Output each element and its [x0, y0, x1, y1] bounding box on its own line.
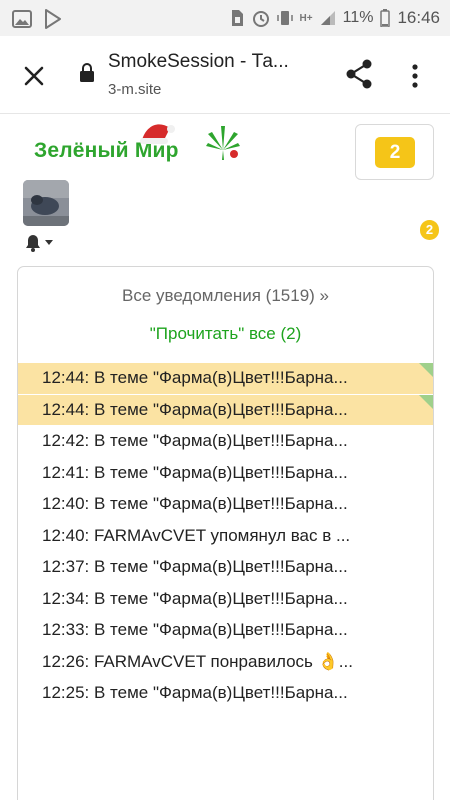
avatar[interactable] [23, 180, 69, 226]
gallery-icon [12, 10, 32, 28]
avatar-image [23, 180, 69, 226]
close-icon[interactable] [18, 60, 50, 92]
notification-text: 12:40: В теме "Фарма(в)Цвет!!!Барна... [42, 494, 348, 513]
notification-text: 12:33: В теме "Фарма(в)Цвет!!!Барна... [42, 620, 348, 639]
notification-item[interactable]: 12:37: В теме "Фарма(в)Цвет!!!Барна... [18, 552, 433, 583]
messages-badge: 2 [375, 137, 415, 168]
leaf-icon [206, 126, 240, 160]
page-url[interactable]: 3-m.site [108, 81, 161, 98]
notification-item[interactable]: 12:40: FARMAvCVET упомянул вас в ... [18, 521, 433, 552]
notification-item[interactable]: 12:44: В теме "Фарма(в)Цвет!!!Барна... [18, 394, 433, 425]
notification-count-badge[interactable]: 2 [420, 220, 439, 240]
battery-icon [380, 9, 391, 27]
notification-item[interactable]: 12:25: В теме "Фарма(в)Цвет!!!Барна... [18, 678, 433, 709]
notifications-panel: Все уведомления (1519) » "Прочитать" все… [17, 266, 434, 800]
alarm-icon [252, 11, 269, 27]
more-menu-icon[interactable] [410, 63, 420, 89]
clock: 16:46 [397, 8, 440, 27]
notification-item[interactable]: 12:33: В теме "Фарма(в)Цвет!!!Барна... [18, 615, 433, 646]
notification-text: 12:41: В теме "Фарма(в)Цвет!!!Барна... [42, 462, 348, 482]
notification-text: 12:25: В теме "Фарма(в)Цвет!!!Барна... [42, 683, 348, 702]
notification-item[interactable]: 12:44: В теме "Фарма(в)Цвет!!!Барна... [18, 363, 433, 394]
mark-all-read-link[interactable]: "Прочитать" все (2) [18, 324, 433, 344]
notification-text: 12:44: В теме "Фарма(в)Цвет!!!Барна... [42, 399, 348, 419]
notification-text: 12:40: FARMAvCVET упомянул вас в ... [42, 525, 351, 545]
notification-list: 12:44: В теме "Фарма(в)Цвет!!!Барна... 12… [18, 363, 433, 710]
status-bar: H+ 11% 16:46 [0, 0, 450, 36]
notification-text: 12:44: В теме "Фарма(в)Цвет!!!Барна... [42, 368, 348, 387]
play-store-icon [45, 9, 61, 29]
notification-text: 12:37: В теме "Фарма(в)Цвет!!!Барна... [42, 557, 348, 576]
notification-item[interactable]: 12:34: В теме "Фарма(в)Цвет!!!Барна... [18, 584, 433, 615]
share-icon[interactable] [344, 58, 374, 90]
notification-text: 12:34: В теме "Фарма(в)Цвет!!!Барна... [42, 588, 348, 608]
page-title: SmokeSession - Та... [108, 51, 289, 72]
notifications-dropdown[interactable] [23, 231, 63, 253]
all-notifications-link[interactable]: Все уведомления (1519) » [18, 286, 433, 306]
notification-item[interactable]: 12:41: В теме "Фарма(в)Цвет!!!Барна... [18, 458, 433, 489]
notification-item[interactable]: 12:42: В теме "Фарма(в)Цвет!!!Барна... [18, 426, 433, 457]
notification-text: 12:42: В теме "Фарма(в)Цвет!!!Барна... [42, 431, 348, 450]
messages-counter[interactable]: 2 [355, 124, 434, 180]
vibrate-icon [276, 11, 293, 25]
lock-icon [80, 63, 94, 82]
browser-toolbar: SmokeSession - Та... 3-m.site [0, 36, 450, 114]
site-logo[interactable]: Зелёный Мир [32, 118, 242, 168]
notification-text: 12:26: FARMAvCVET понравилось 👌... [42, 651, 353, 671]
unread-marker-icon [419, 363, 433, 377]
battery-percent: 11% [342, 9, 374, 26]
sim-icon [231, 10, 243, 26]
network-type: H+ [299, 12, 313, 24]
notification-item[interactable]: 12:40: В теме "Фарма(в)Цвет!!!Барна... [18, 489, 433, 520]
signal-icon [320, 11, 335, 25]
bell-icon [26, 235, 53, 252]
santa-hat-icon [140, 124, 175, 144]
unread-marker-icon [419, 394, 433, 409]
notification-item[interactable]: 12:26: FARMAvCVET понравилось 👌... [18, 647, 433, 678]
